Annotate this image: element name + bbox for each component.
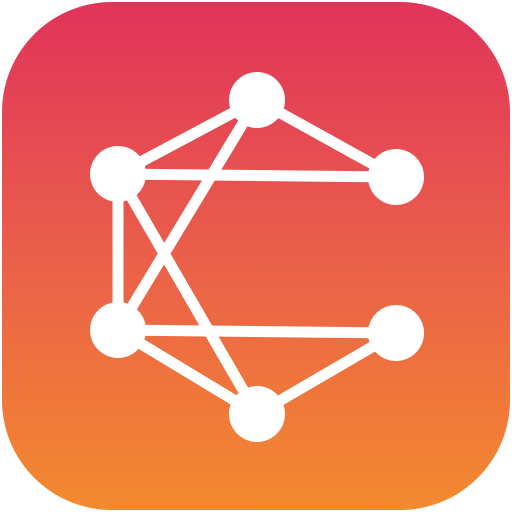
network-graph-app-icon[interactable] [2, 2, 510, 510]
graph-edge-lower-left-lower-right [112, 324, 402, 339]
graph-node-upper-left [90, 146, 146, 202]
graph-node-top [229, 72, 285, 128]
graph-node-lower-right [368, 305, 424, 361]
graph-edge-upper-left-upper-right [112, 168, 402, 183]
graph-node-upper-right [368, 149, 424, 205]
app-icon-graphic [2, 2, 510, 510]
graph-node-bottom [229, 386, 285, 442]
graph-node-lower-left [90, 302, 146, 358]
